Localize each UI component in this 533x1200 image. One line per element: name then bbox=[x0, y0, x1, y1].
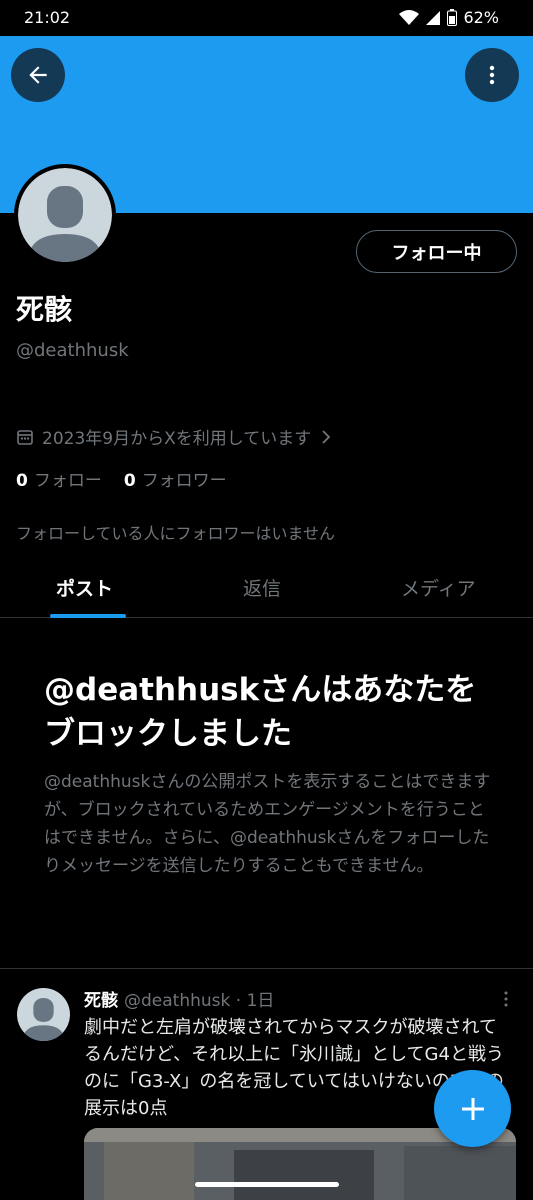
tweet-header: 死骸 @deathhusk · 1日 bbox=[84, 986, 274, 1011]
more-vertical-icon bbox=[504, 991, 508, 1007]
follow-stats: 0 フォロー 0 フォロワー bbox=[16, 466, 227, 491]
home-indicator[interactable] bbox=[195, 1182, 339, 1187]
blocked-title: @deathhuskさんはあなたをブロックしました bbox=[44, 672, 477, 752]
profile-tabs: ポスト 返信 メディア bbox=[0, 560, 533, 618]
wifi-icon bbox=[399, 9, 420, 25]
battery-icon bbox=[447, 9, 458, 26]
status-time: 21:02 bbox=[24, 8, 71, 27]
tab-media[interactable]: メディア bbox=[401, 574, 476, 601]
battery-level: 62% bbox=[463, 8, 499, 27]
followers-link[interactable]: 0 フォロワー bbox=[124, 466, 227, 491]
following-count: 0 bbox=[16, 471, 28, 491]
more-vertical-icon bbox=[489, 65, 495, 85]
status-bar: 21:02 62% bbox=[0, 0, 533, 36]
compose-button[interactable] bbox=[434, 1070, 511, 1147]
following-link[interactable]: 0 フォロー bbox=[16, 466, 102, 491]
tweet-author-name[interactable]: 死骸 bbox=[84, 991, 118, 1011]
active-tab-indicator bbox=[50, 614, 126, 618]
mutual-followers-note: フォローしている人にフォロワーはいません bbox=[16, 524, 336, 543]
signal-icon bbox=[426, 10, 441, 25]
plus-icon bbox=[461, 1097, 484, 1120]
blocked-description: @deathhuskさんの公開ポストを表示することはできますが、ブロックされてい… bbox=[44, 772, 491, 876]
default-avatar-icon bbox=[22, 998, 65, 1041]
joined-text: 2023年9月からXを利用しています bbox=[42, 429, 312, 449]
followers-count: 0 bbox=[123, 471, 136, 491]
divider bbox=[0, 968, 533, 969]
followers-label: フォロワー bbox=[141, 471, 227, 491]
back-button[interactable] bbox=[11, 48, 65, 102]
following-button[interactable]: フォロー中 bbox=[356, 230, 517, 273]
joined-date[interactable]: 2023年9月からXを利用しています bbox=[16, 424, 333, 449]
following-label: フォロー bbox=[33, 471, 102, 491]
tab-posts[interactable]: ポスト bbox=[56, 574, 113, 601]
tweet-author-handle[interactable]: @deathhusk bbox=[124, 991, 230, 1011]
status-icons: 62% bbox=[399, 8, 499, 27]
profile-avatar[interactable] bbox=[14, 164, 116, 266]
tab-replies[interactable]: 返信 bbox=[243, 574, 281, 601]
tweet-time: · 1日 bbox=[235, 991, 275, 1011]
default-avatar-icon bbox=[28, 186, 102, 262]
chevron-right-icon bbox=[322, 429, 331, 444]
more-options-button[interactable] bbox=[465, 48, 519, 102]
tweet-more-button[interactable] bbox=[500, 990, 512, 1012]
arrow-left-icon bbox=[29, 66, 47, 84]
profile-handle: @deathhusk bbox=[16, 340, 129, 361]
tweet-avatar[interactable] bbox=[17, 988, 70, 1041]
calendar-icon bbox=[17, 429, 33, 445]
display-name: 死骸 bbox=[16, 293, 73, 326]
